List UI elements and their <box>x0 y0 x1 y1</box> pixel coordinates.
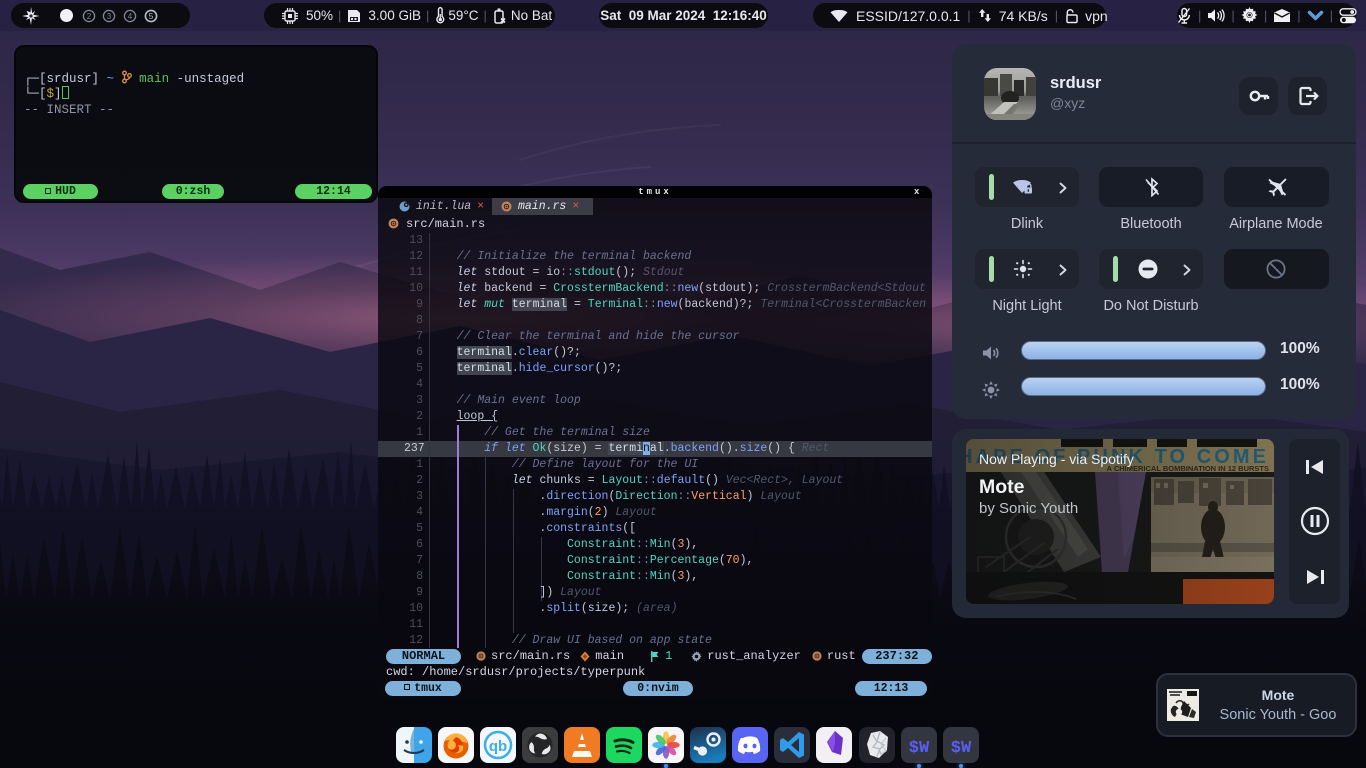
svg-text:$W: $W <box>909 739 930 758</box>
svg-text:4: 4 <box>127 12 132 21</box>
svg-text:qb: qb <box>489 738 507 755</box>
svg-text:3: 3 <box>107 12 112 21</box>
svg-text:5: 5 <box>149 12 154 21</box>
svg-text:$W: $W <box>951 739 972 758</box>
svg-text:2: 2 <box>86 12 91 21</box>
